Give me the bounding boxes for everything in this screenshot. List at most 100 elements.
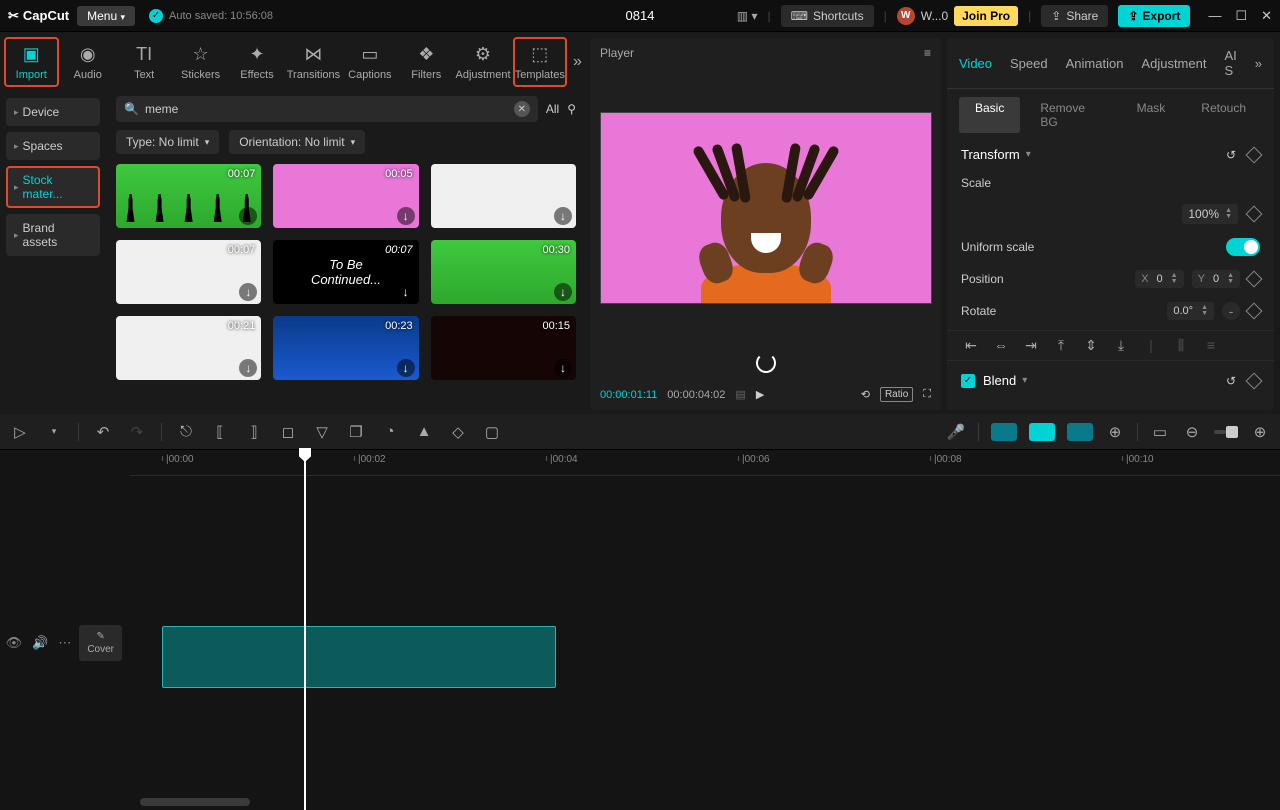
- snap-mode-3[interactable]: [1067, 423, 1093, 441]
- align-center-v-icon[interactable]: ⇕: [1081, 337, 1101, 354]
- redo-icon[interactable]: ↷: [127, 423, 147, 441]
- media-thumbnail[interactable]: 00:05↓: [273, 164, 418, 228]
- position-x-input[interactable]: X0▲▼: [1135, 270, 1183, 288]
- position-y-input[interactable]: Y0▲▼: [1192, 270, 1240, 288]
- snap-mode-2[interactable]: [1029, 423, 1055, 441]
- media-thumbnail[interactable]: 00:07↓: [116, 164, 261, 228]
- keyframe-icon[interactable]: [1246, 372, 1263, 389]
- layout-icon[interactable]: ▥ ▾: [737, 9, 758, 23]
- sidebar-item-stockmater[interactable]: ▸Stock mater...: [6, 166, 100, 208]
- player-menu-icon[interactable]: ≡: [924, 46, 931, 60]
- distribute-h-icon[interactable]: ⫼: [1171, 337, 1191, 354]
- crop-icon[interactable]: ◻: [278, 423, 298, 441]
- close-icon[interactable]: ✕: [1261, 8, 1272, 24]
- reset-icon[interactable]: ↺: [1226, 148, 1236, 162]
- mic-icon[interactable]: 🎤: [946, 423, 966, 441]
- media-thumbnail[interactable]: 00:07↓: [116, 240, 261, 304]
- download-icon[interactable]: ↓: [554, 283, 572, 301]
- expand-tabs-icon[interactable]: »: [573, 53, 582, 71]
- tab-audio[interactable]: ◉Audio: [61, 37, 115, 87]
- sidebar-item-brandassets[interactable]: ▸Brand assets: [6, 214, 100, 256]
- search-input[interactable]: 🔍 ✕: [116, 96, 538, 122]
- layers-icon[interactable]: ❐: [346, 423, 366, 441]
- reset-icon[interactable]: ↺: [1226, 374, 1236, 388]
- download-icon[interactable]: ↓: [554, 207, 572, 225]
- tab-filters[interactable]: ❖Filters: [399, 37, 453, 87]
- tab-transitions[interactable]: ⋈Transitions: [286, 37, 340, 87]
- track-more-icon[interactable]: ⋯: [58, 635, 71, 651]
- download-icon[interactable]: ↓: [239, 359, 257, 377]
- rotate-icon[interactable]: ◇: [448, 423, 468, 441]
- tab-import[interactable]: ▣Import: [4, 37, 59, 87]
- marker-icon[interactable]: ▽: [312, 423, 332, 441]
- download-icon[interactable]: ↓: [397, 283, 415, 301]
- align-left-icon[interactable]: ⇤: [961, 337, 981, 354]
- workspace-switcher[interactable]: W W...0 Join Pro: [897, 6, 1018, 26]
- video-preview[interactable]: [600, 112, 932, 304]
- snap-mode-1[interactable]: [991, 423, 1017, 441]
- timeline-tracks[interactable]: [130, 476, 1280, 810]
- zoom-slider[interactable]: [1214, 430, 1238, 434]
- preview-icon[interactable]: ▭: [1150, 423, 1170, 441]
- subtab-removebg[interactable]: Remove BG: [1024, 97, 1116, 133]
- minimize-icon[interactable]: —: [1208, 8, 1221, 24]
- split-icon[interactable]: ⎋: [176, 423, 196, 440]
- media-thumbnail[interactable]: ↓: [431, 164, 576, 228]
- filter-orientation[interactable]: Orientation: No limit ▾: [229, 130, 365, 154]
- sidebar-item-device[interactable]: ▸Device: [6, 98, 100, 126]
- tab-adjustment[interactable]: ⚙Adjustment: [455, 37, 510, 87]
- compare-icon[interactable]: ▤: [735, 388, 745, 401]
- media-thumbnail[interactable]: 00:30↓: [431, 240, 576, 304]
- export-button[interactable]: ⇪ Export: [1118, 5, 1190, 27]
- keyframe-icon[interactable]: [1246, 206, 1263, 223]
- tab-stickers[interactable]: ☆Stickers: [173, 37, 227, 87]
- fullscreen-icon[interactable]: ⛶: [923, 388, 931, 401]
- trim-left-icon[interactable]: ⟦: [210, 423, 230, 441]
- media-thumbnail[interactable]: 00:15↓: [431, 316, 576, 380]
- cursor-tool-icon[interactable]: ▷: [10, 423, 30, 441]
- uniform-scale-toggle[interactable]: [1226, 238, 1260, 256]
- tab-animation[interactable]: Animation: [1066, 56, 1124, 71]
- ratio-button[interactable]: Ratio: [880, 387, 913, 402]
- speed-icon[interactable]: ◔: [380, 423, 400, 440]
- video-clip[interactable]: [162, 626, 556, 688]
- filter-type[interactable]: Type: No limit ▾: [116, 130, 219, 154]
- menu-button[interactable]: Menu ▾: [77, 6, 135, 26]
- maximize-icon[interactable]: ☐: [1235, 8, 1247, 24]
- download-icon[interactable]: ↓: [397, 359, 415, 377]
- crop2-icon[interactable]: ▢: [482, 423, 502, 441]
- sidebar-item-spaces[interactable]: ▸Spaces: [6, 132, 100, 160]
- timeline-scrollbar[interactable]: [140, 798, 250, 806]
- align-bottom-icon[interactable]: ⤓: [1111, 337, 1131, 354]
- trim-right-icon[interactable]: ⟧: [244, 423, 264, 441]
- tab-video[interactable]: Video: [959, 56, 992, 71]
- tab-effects[interactable]: ✦Effects: [230, 37, 284, 87]
- track-eye-icon[interactable]: 👁: [6, 635, 23, 651]
- subtab-retouch[interactable]: Retouch: [1185, 97, 1262, 133]
- blend-heading[interactable]: Blend▾: [983, 373, 1027, 388]
- keyframe-icon[interactable]: [1246, 146, 1263, 163]
- project-title[interactable]: 0814: [626, 8, 655, 23]
- tab-speed[interactable]: Speed: [1010, 56, 1048, 71]
- cover-button[interactable]: ✎ Cover: [79, 625, 122, 661]
- tab-templates[interactable]: ⬚Templates: [513, 37, 568, 87]
- tab-ai[interactable]: AI S: [1224, 48, 1236, 78]
- zoom-out-icon[interactable]: ⊖: [1182, 423, 1202, 441]
- zoom-in-icon[interactable]: ⊕: [1250, 423, 1270, 441]
- clear-icon[interactable]: ✕: [514, 101, 530, 117]
- align-right-icon[interactable]: ⇥: [1021, 337, 1041, 354]
- scale-input[interactable]: 100%▲▼: [1182, 204, 1238, 224]
- tab-text[interactable]: TIText: [117, 37, 171, 87]
- media-thumbnail[interactable]: 00:23↓: [273, 316, 418, 380]
- magnet-icon[interactable]: ⊕: [1105, 423, 1125, 441]
- tab-captions[interactable]: ▭Captions: [343, 37, 397, 87]
- keyframe-icon[interactable]: [1246, 303, 1263, 320]
- filter-icon[interactable]: ⚲: [567, 102, 576, 116]
- subtab-basic[interactable]: Basic: [959, 97, 1020, 133]
- transform-heading[interactable]: Transform▾: [961, 147, 1031, 162]
- rotate-input[interactable]: 0.0°▲▼: [1167, 302, 1214, 320]
- download-icon[interactable]: ↓: [239, 283, 257, 301]
- media-thumbnail[interactable]: 00:21↓: [116, 316, 261, 380]
- expand-icon[interactable]: »: [1255, 56, 1262, 71]
- subtab-mask[interactable]: Mask: [1121, 97, 1182, 133]
